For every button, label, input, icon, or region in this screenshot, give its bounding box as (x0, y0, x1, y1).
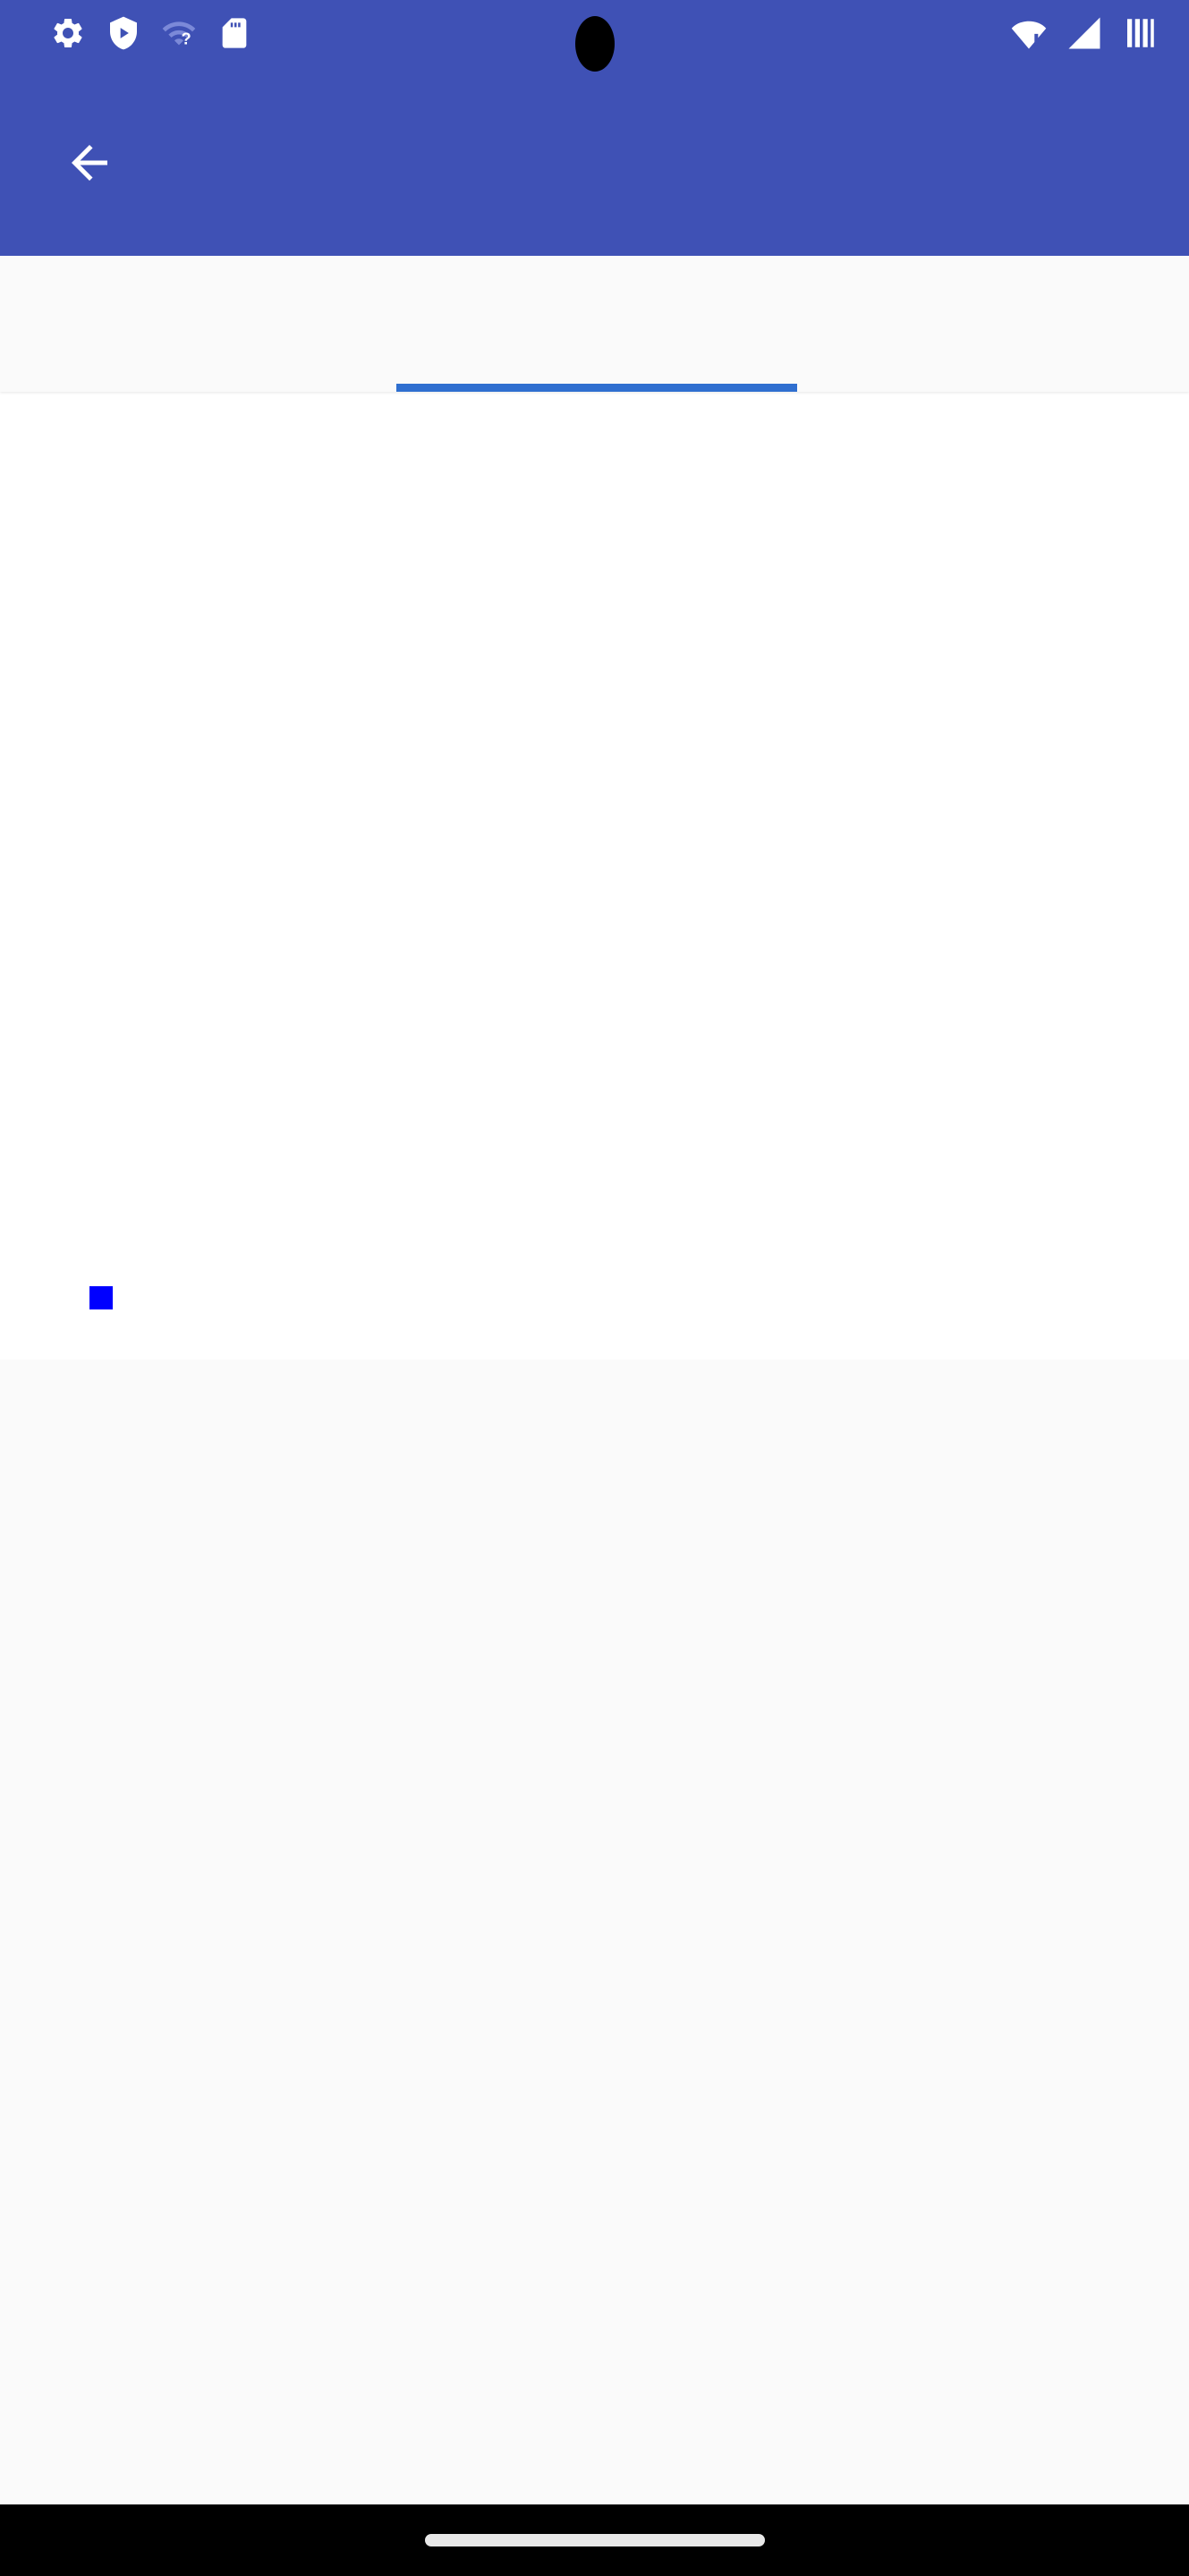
sd-card-icon (217, 15, 252, 55)
tab-bar (0, 256, 1189, 392)
content-area-below-chart (0, 1360, 1189, 2504)
system-navigation-bar (0, 2504, 1189, 2576)
phone-screen: ? (0, 0, 1189, 2576)
gesture-home-pill[interactable] (424, 2534, 765, 2546)
line-chart-svg (0, 392, 1189, 1360)
back-button[interactable] (55, 129, 123, 197)
status-bar-left-group: ? (30, 15, 252, 55)
back-arrow-icon (72, 145, 107, 181)
svg-text:?: ? (182, 29, 191, 47)
gear-icon (50, 15, 86, 55)
chart-legend (89, 1286, 129, 1309)
battery-bars-icon (1121, 14, 1159, 56)
play-protect-shield-icon (106, 15, 141, 55)
tab-sign[interactable] (0, 256, 396, 392)
app-bar (0, 70, 1189, 256)
camera-punch-hole (574, 16, 615, 72)
cell-signal-icon (1066, 14, 1103, 56)
tab-active-indicator (396, 384, 797, 392)
chart-plot-area (0, 392, 1189, 1360)
knowledge-quiz-chart-card (0, 392, 1189, 1360)
wifi-alert-icon (1010, 14, 1048, 56)
tab-knowledge[interactable] (396, 256, 797, 392)
wifi-question-icon: ? (161, 15, 197, 55)
status-bar-right-group (1010, 14, 1159, 56)
tab-mock-test[interactable] (793, 256, 1189, 392)
legend-swatch-knowledge-quiz-scores (89, 1286, 113, 1309)
